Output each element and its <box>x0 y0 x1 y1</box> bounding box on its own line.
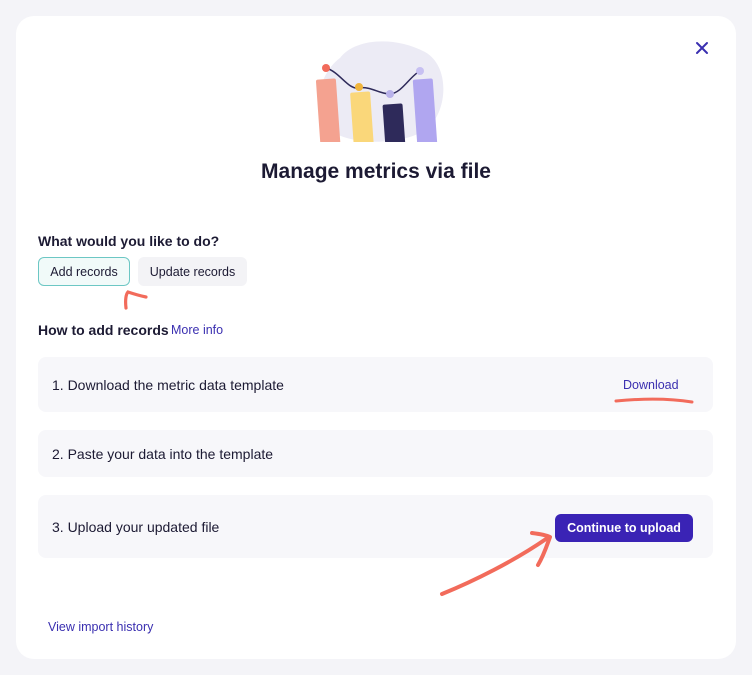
more-info-link[interactable]: More info <box>171 323 223 337</box>
dialog-title: Manage metrics via file <box>261 160 491 183</box>
chart-illustration-icon <box>315 41 444 142</box>
step-upload: 3. Upload your updated file Continue to … <box>38 495 713 558</box>
close-button[interactable] <box>692 38 712 58</box>
step-text: 3. Upload your updated file <box>52 518 220 535</box>
download-link[interactable]: Download <box>623 378 679 392</box>
close-icon <box>696 42 708 54</box>
step-download: 1. Download the metric data template Dow… <box>38 357 713 412</box>
annotation-hook-icon <box>124 290 148 310</box>
step-text: 2. Paste your data into the template <box>52 445 274 462</box>
manage-metrics-dialog: Manage metrics via file What would you l… <box>16 16 736 659</box>
step-paste: 2. Paste your data into the template <box>38 430 713 477</box>
update-records-option[interactable]: Update records <box>138 257 247 286</box>
add-records-option[interactable]: Add records <box>38 257 130 286</box>
view-import-history-link[interactable]: View import history <box>48 620 153 634</box>
continue-to-upload-button[interactable]: Continue to upload <box>555 514 693 542</box>
step-text: 1. Download the metric data template <box>52 376 284 393</box>
howto-heading: How to add records <box>38 322 169 338</box>
action-question: What would you like to do? <box>38 233 220 249</box>
